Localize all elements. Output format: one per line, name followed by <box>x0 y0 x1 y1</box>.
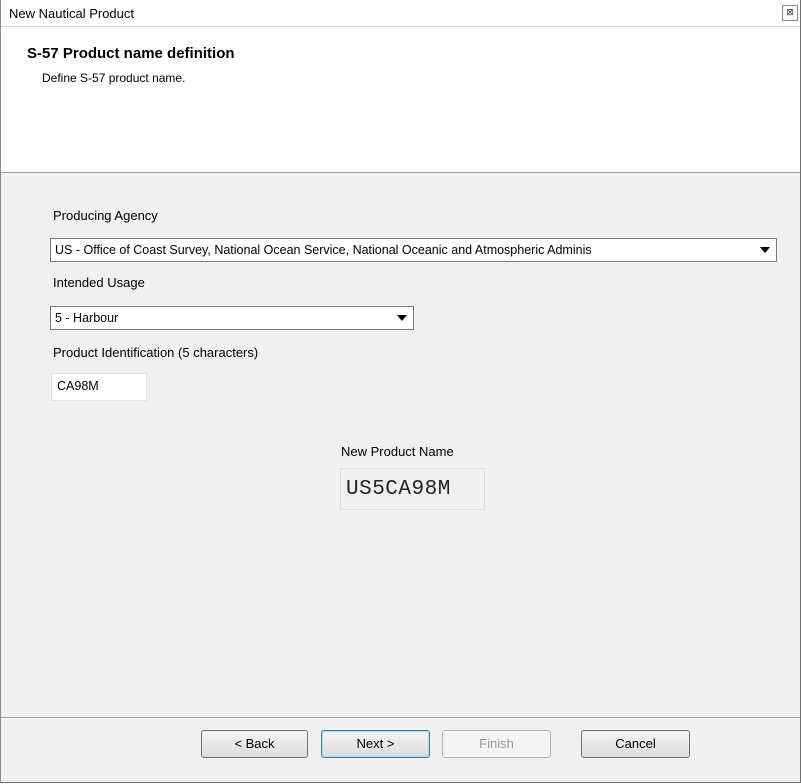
new-product-name-value: US5CA98M <box>346 478 451 501</box>
producing-agency-select[interactable]: US - Office of Coast Survey, National Oc… <box>50 238 777 262</box>
chevron-down-icon <box>760 247 770 253</box>
next-button[interactable]: Next > <box>321 730 430 758</box>
intended-usage-select[interactable]: 5 - Harbour <box>50 306 414 330</box>
close-icon[interactable]: ⊠ <box>782 5 798 21</box>
back-button[interactable]: < Back <box>201 730 308 758</box>
wizard-window: New Nautical Product ⊠ S-57 Product name… <box>0 0 801 783</box>
intended-usage-value: 5 - Harbour <box>55 311 119 325</box>
producing-agency-value: US - Office of Coast Survey, National Oc… <box>55 243 592 257</box>
producing-agency-label: Producing Agency <box>53 208 158 223</box>
new-product-name-label: New Product Name <box>341 444 454 459</box>
window-title: New Nautical Product <box>9 6 134 21</box>
chevron-down-icon <box>397 315 407 321</box>
new-product-name-display: US5CA98M <box>340 468 485 510</box>
intended-usage-label: Intended Usage <box>53 275 145 290</box>
cancel-button[interactable]: Cancel <box>581 730 690 758</box>
finish-button[interactable]: Finish <box>442 730 551 758</box>
page-title: S-57 Product name definition <box>27 45 235 62</box>
title-bar: New Nautical Product ⊠ <box>1 0 800 27</box>
product-id-input[interactable]: CA98M <box>51 373 147 401</box>
product-id-label: Product Identification (5 characters) <box>53 345 259 360</box>
page-subtitle: Define S-57 product name. <box>42 71 186 85</box>
product-id-value: CA98M <box>57 379 99 393</box>
